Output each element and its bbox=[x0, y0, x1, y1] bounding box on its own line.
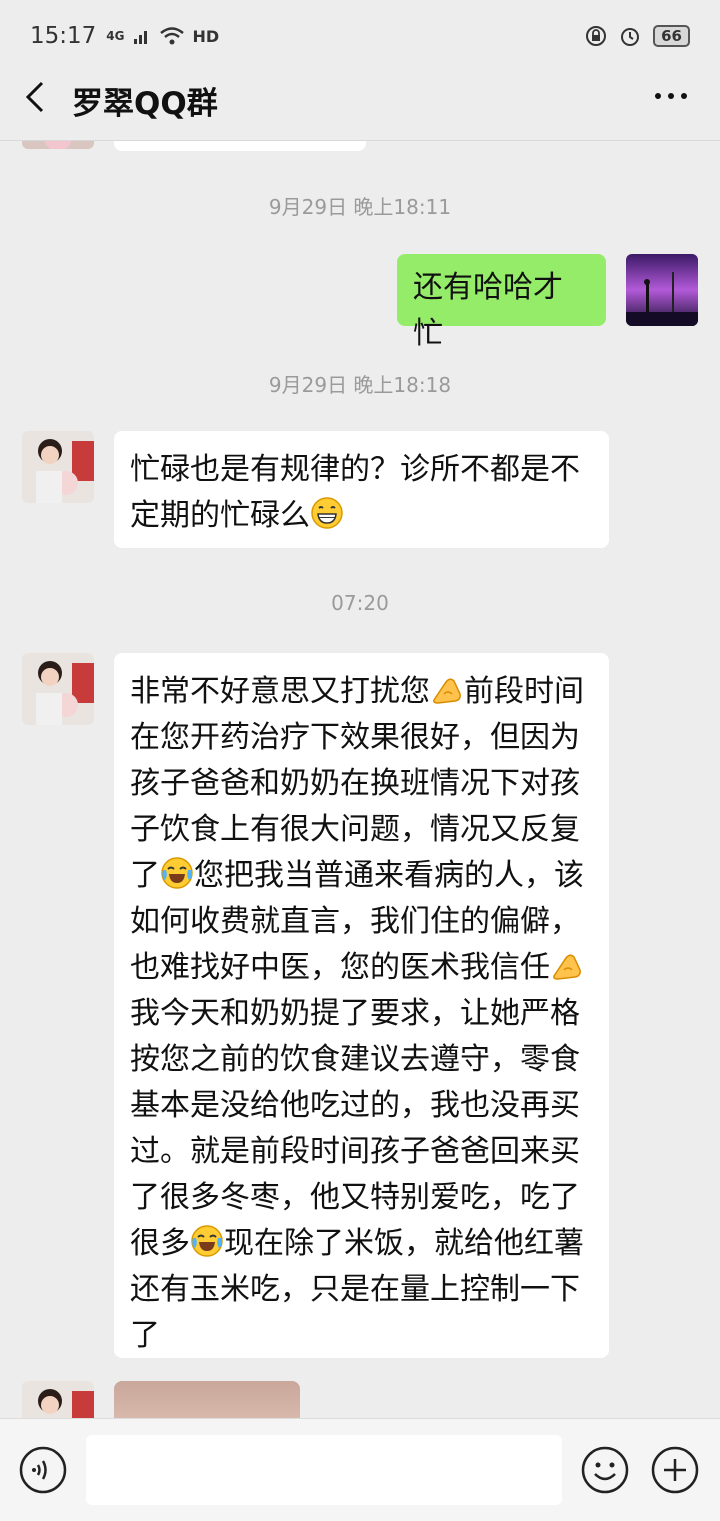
network-type: 4G bbox=[106, 29, 125, 43]
plus-icon[interactable] bbox=[650, 1445, 700, 1495]
chat-header: 罗翠QQ群 bbox=[0, 56, 720, 141]
sent-message-bubble[interactable]: 还有哈哈才忙 bbox=[397, 254, 606, 351]
previous-message-bubble[interactable] bbox=[114, 141, 366, 151]
message-text: 还有哈哈才忙 bbox=[413, 270, 563, 351]
received-message-bubble[interactable]: 非常不好意思又打扰您 前段时间在您开药治疗下效果很好，但因为孩子爸爸和奶奶在换班… bbox=[114, 653, 609, 1358]
lock-rotation-icon bbox=[586, 26, 607, 46]
avatar-image bbox=[22, 653, 94, 725]
avatar-other[interactable] bbox=[22, 653, 94, 725]
wifi-icon bbox=[159, 27, 184, 45]
message-text: 忙碌也是有规律的？诊所不都是不定期的忙碌么 bbox=[130, 452, 580, 533]
battery-indicator: 66 bbox=[653, 25, 690, 47]
avatar-other[interactable] bbox=[22, 1381, 94, 1418]
message-text-part: 您把我当普通来看病的人，该如何收费就直言，我们住的偏僻，也难找好中医，您的医术我… bbox=[130, 858, 584, 985]
avatar-self[interactable] bbox=[626, 254, 698, 326]
timestamp: 9月29日 晚上18:18 bbox=[268, 373, 452, 397]
ok-hand-emoji bbox=[553, 954, 581, 980]
more-options-icon[interactable] bbox=[654, 92, 688, 100]
message-text-part: 我今天和奶奶提了要求，让她严格按您之前的饮食建议去遵守，零食基本是没给他吃过的，… bbox=[130, 996, 580, 1261]
signal-icon bbox=[133, 31, 147, 44]
laughing-crying-emoji bbox=[191, 1225, 223, 1257]
alarm-icon bbox=[621, 28, 640, 46]
chat-area[interactable]: 9月29日 晚上18:11 还有哈哈才忙 9月29日 晚上18:18 忙碌也是有… bbox=[0, 141, 720, 1418]
grinning-emoji bbox=[311, 497, 343, 529]
message-text-part: 非常不好意思又打扰您 bbox=[130, 674, 430, 709]
ok-hand-emoji bbox=[433, 678, 461, 704]
chat-title: 罗翠QQ群 bbox=[72, 86, 218, 122]
timestamp: 9月29日 晚上18:11 bbox=[268, 195, 452, 219]
received-message-bubble[interactable]: 忙碌也是有规律的？诊所不都是不定期的忙碌么 bbox=[114, 431, 609, 548]
avatar-other[interactable] bbox=[22, 141, 94, 149]
avatar-image bbox=[22, 141, 94, 149]
voice-icon[interactable] bbox=[18, 1445, 68, 1495]
emoji-face-icon[interactable] bbox=[580, 1445, 630, 1495]
laughing-crying-emoji bbox=[161, 857, 193, 889]
image-message[interactable] bbox=[114, 1381, 300, 1418]
message-input[interactable] bbox=[86, 1435, 562, 1505]
avatar-image bbox=[22, 431, 94, 503]
avatar-image bbox=[626, 254, 698, 326]
avatar-other[interactable] bbox=[22, 431, 94, 503]
status-time: 15:17 bbox=[30, 23, 97, 49]
input-bar bbox=[0, 1418, 720, 1521]
hd-icon: HD bbox=[192, 26, 220, 46]
back-icon[interactable] bbox=[22, 80, 46, 114]
avatar-image bbox=[22, 1381, 94, 1418]
timestamp: 07:20 bbox=[331, 591, 389, 615]
